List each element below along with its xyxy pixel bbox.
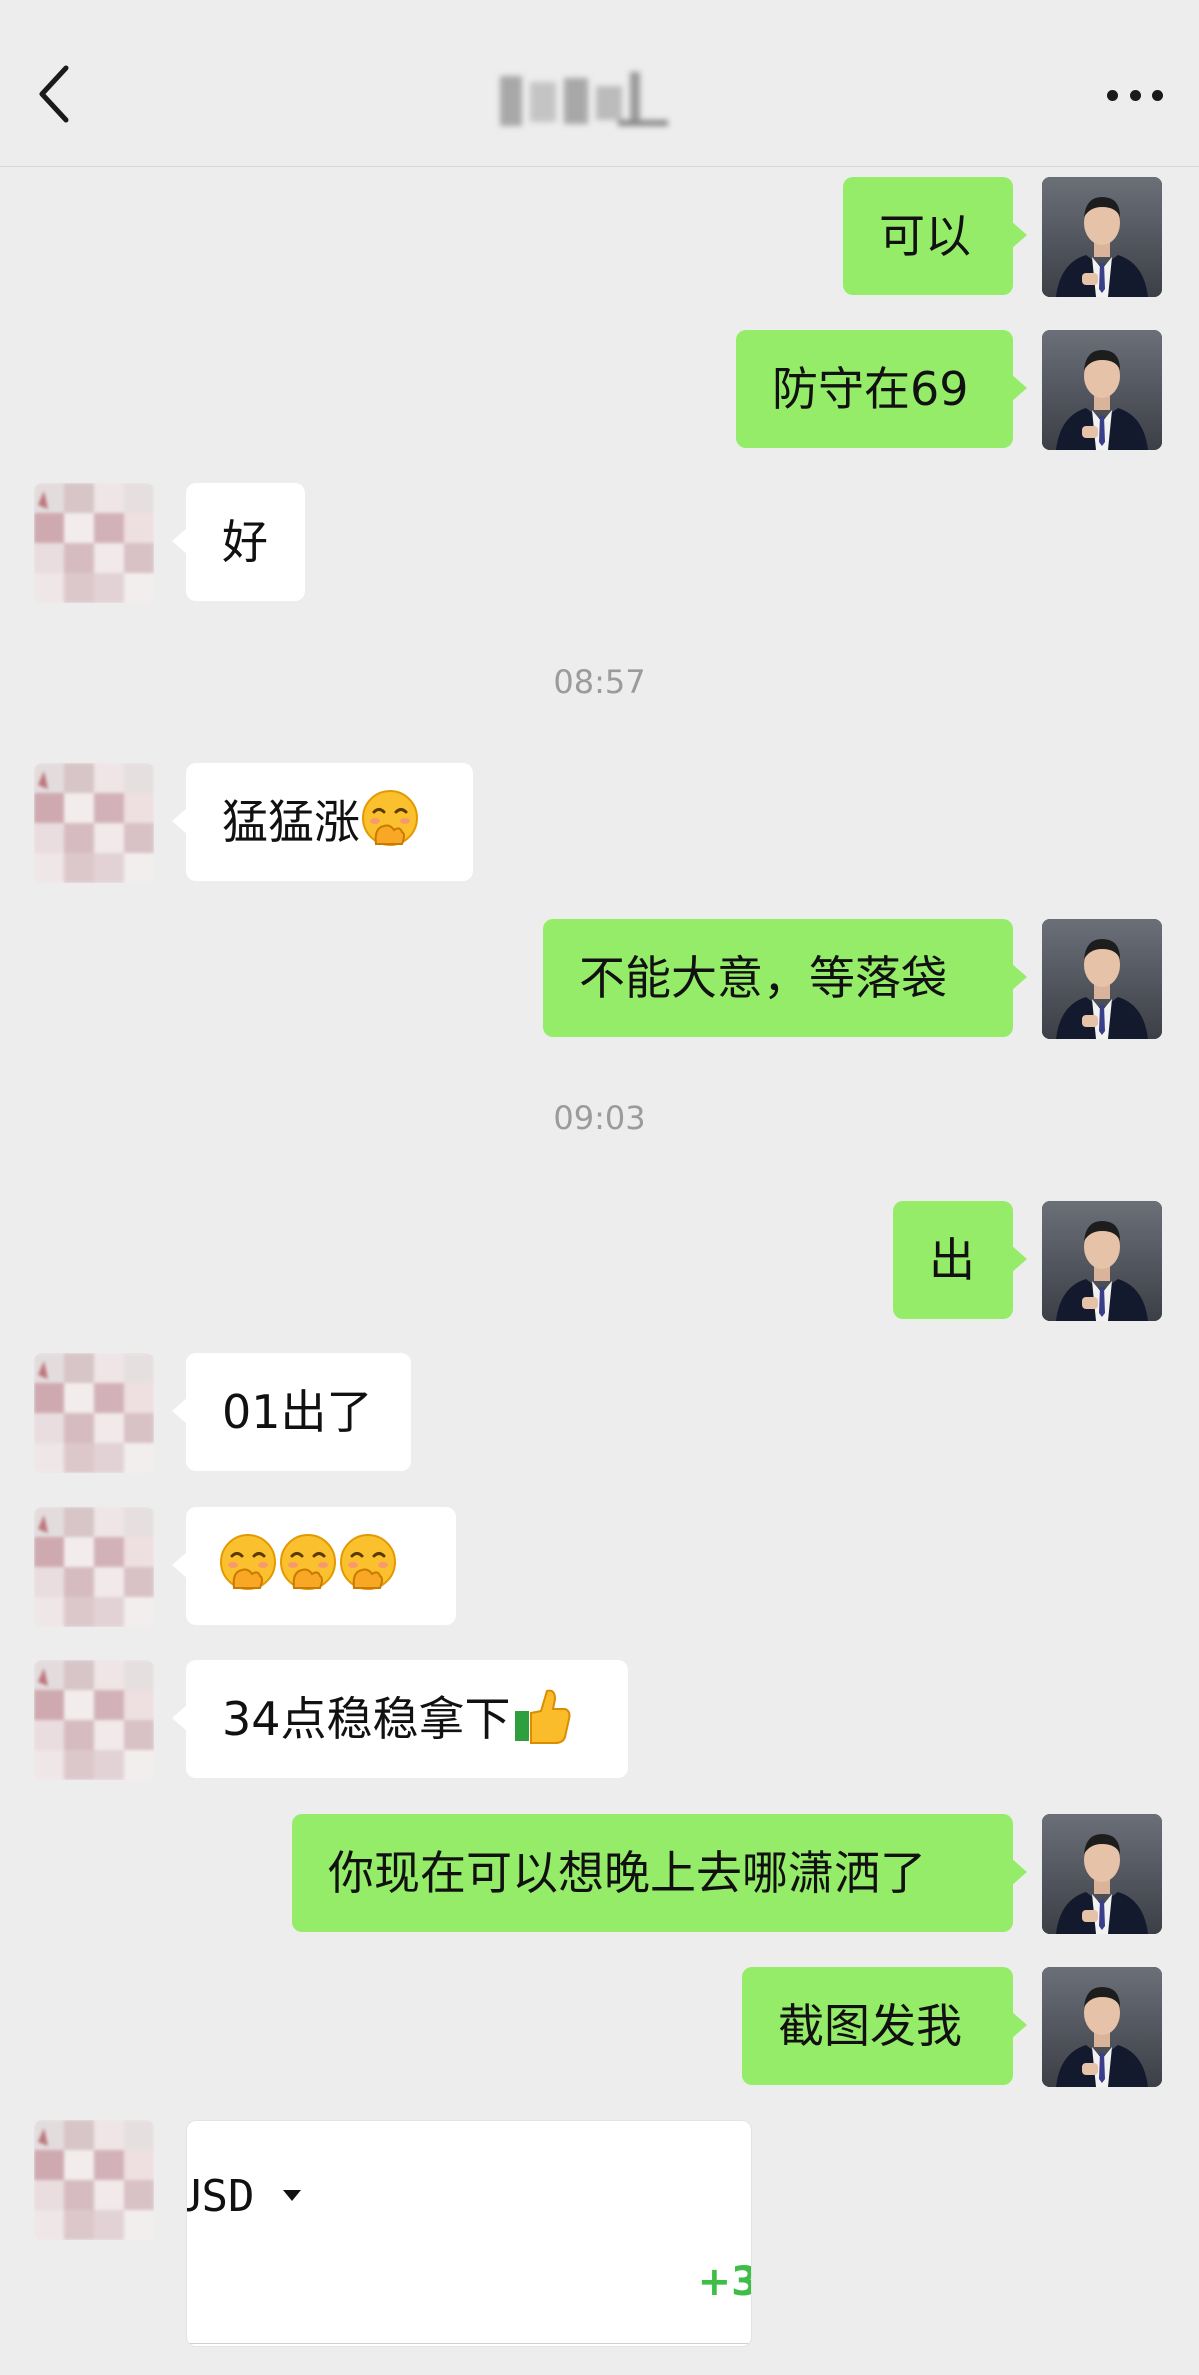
currency-selector: USD bbox=[187, 2171, 303, 2222]
message-text: 可以 bbox=[879, 209, 971, 263]
timestamp: 09:03 bbox=[553, 1099, 646, 1137]
more-options-button[interactable] bbox=[1107, 90, 1163, 104]
message-bubble-me[interactable]: 截图发我 bbox=[742, 1967, 1027, 2085]
smile-hand-over-mouth-emoji bbox=[361, 789, 419, 847]
message-bubble-other[interactable] bbox=[172, 1507, 456, 1625]
smile-hand-over-mouth-emoji bbox=[219, 1533, 277, 1591]
message-bubble-me[interactable]: 不能大意，等落袋 bbox=[543, 919, 1027, 1037]
avatar-other-blurred[interactable] bbox=[34, 483, 154, 603]
avatar-me[interactable] bbox=[1042, 177, 1162, 297]
message-bubble-other[interactable]: 猛猛涨 bbox=[172, 763, 473, 881]
chat-header bbox=[0, 0, 1199, 167]
avatar-me[interactable] bbox=[1042, 919, 1162, 1039]
avatar-other-blurred[interactable] bbox=[34, 1507, 154, 1627]
message-bubble-me[interactable]: 防守在69 bbox=[736, 330, 1027, 448]
message-text: 好 bbox=[222, 515, 268, 569]
message-bubble-other[interactable]: 好 bbox=[172, 483, 305, 601]
message-text: 不能大意，等落袋 bbox=[579, 951, 947, 1005]
avatar-me[interactable] bbox=[1042, 1967, 1162, 2087]
message-text: 01出了 bbox=[222, 1385, 373, 1439]
change-value: +3 bbox=[697, 2259, 751, 2305]
back-button[interactable] bbox=[30, 60, 78, 128]
message-text: 你现在可以想晚上去哪潇洒了 bbox=[328, 1846, 926, 1900]
divider bbox=[187, 2343, 751, 2344]
avatar-other-blurred[interactable] bbox=[34, 1353, 154, 1473]
message-text: 防守在69 bbox=[772, 362, 969, 416]
message-text: 猛猛涨 bbox=[222, 795, 360, 849]
avatar-me[interactable] bbox=[1042, 330, 1162, 450]
avatar-other-blurred[interactable] bbox=[34, 2120, 154, 2240]
currency-label: USD bbox=[187, 2171, 255, 2222]
chat-title-blurred bbox=[500, 68, 670, 128]
message-bubble-other[interactable]: 01出了 bbox=[172, 1353, 411, 1471]
more-dots-icon bbox=[1107, 90, 1118, 101]
timestamp: 08:57 bbox=[553, 663, 646, 701]
caret-down-icon bbox=[282, 2190, 301, 2201]
avatar-me[interactable] bbox=[1042, 1201, 1162, 1321]
message-text: 出 bbox=[929, 1233, 975, 1287]
avatar-other-blurred[interactable] bbox=[34, 763, 154, 883]
message-text: 34点稳稳拿下 bbox=[222, 1692, 511, 1746]
message-bubble-other[interactable]: 34点稳稳拿下 bbox=[172, 1660, 628, 1778]
smile-hand-over-mouth-emoji bbox=[339, 1533, 397, 1591]
avatar-other-blurred[interactable] bbox=[34, 1660, 154, 1780]
message-bubble-me[interactable]: 可以 bbox=[843, 177, 1027, 295]
thumbs-up-emoji bbox=[513, 1689, 571, 1744]
message-bubble-me[interactable]: 你现在可以想晚上去哪潇洒了 bbox=[292, 1814, 1027, 1932]
message-bubble-me[interactable]: 出 bbox=[893, 1201, 1027, 1319]
screenshot-image-message[interactable]: USD +3 bbox=[186, 2120, 752, 2347]
avatar-me[interactable] bbox=[1042, 1814, 1162, 1934]
message-text: 截图发我 bbox=[778, 1999, 962, 2053]
smile-hand-over-mouth-emoji bbox=[279, 1533, 337, 1591]
